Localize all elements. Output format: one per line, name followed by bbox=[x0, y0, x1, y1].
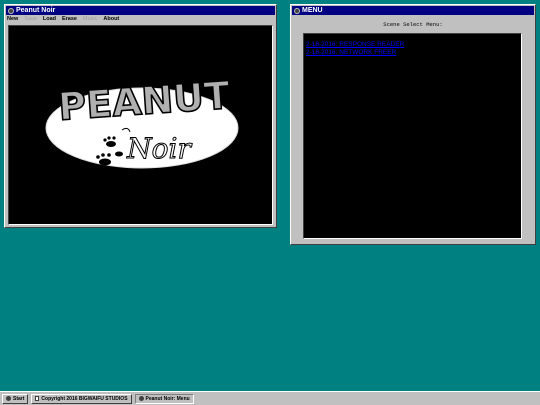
menu-new[interactable]: New bbox=[7, 15, 18, 23]
scene-link[interactable]: 2-18-2016: RESPONSE READER bbox=[306, 41, 519, 49]
game-window-titlebar[interactable]: Peanut Noir bbox=[6, 6, 275, 15]
menu-icon bbox=[294, 7, 300, 14]
app-icon bbox=[8, 7, 14, 14]
copyright-button[interactable]: Copyright 2016 BIGWAIFU STUDIOS bbox=[31, 393, 132, 404]
game-menubar: New Save Load Erase Music About bbox=[5, 15, 276, 23]
scene-select-heading: Scene Select Menu: bbox=[383, 21, 443, 28]
document-icon bbox=[35, 396, 40, 401]
menu-music: Music bbox=[83, 16, 98, 22]
scene-link[interactable]: 2-18-2016: NETWORK FREER bbox=[306, 49, 519, 57]
taskbar: Start Copyright 2016 BIGWAIFU STUDIOS Pe… bbox=[0, 391, 540, 405]
game-window: Peanut Noir New Save Load Erase Music Ab… bbox=[4, 4, 277, 228]
menu-erase[interactable]: Erase bbox=[62, 15, 77, 23]
menu-window-titlebar[interactable]: MENU bbox=[292, 6, 534, 15]
app-icon bbox=[138, 396, 144, 401]
peanut-noir-logo: PEANUT Noir bbox=[45, 72, 239, 169]
start-icon bbox=[6, 396, 11, 401]
menu-window: MENU Scene Select Menu: 2-18-2016: RESPO… bbox=[290, 4, 536, 245]
game-window-title: Peanut Noir bbox=[16, 7, 56, 14]
menu-window-title: MENU bbox=[302, 7, 323, 14]
start-button[interactable]: Start bbox=[2, 393, 29, 404]
menu-load[interactable]: Load bbox=[43, 15, 56, 23]
game-screen[interactable]: PEANUT Noir bbox=[8, 25, 273, 225]
scene-list: 2-18-2016: RESPONSE READER 2-18-2016: NE… bbox=[303, 33, 522, 239]
task-button[interactable]: Peanut Noir: Menu bbox=[134, 393, 194, 404]
start-label: Start bbox=[13, 395, 25, 402]
menu-save: Save bbox=[24, 16, 37, 22]
copyright-label: Copyright 2016 BIGWAIFU STUDIOS bbox=[41, 395, 128, 402]
task-label: Peanut Noir: Menu bbox=[145, 395, 190, 402]
menu-about[interactable]: About bbox=[103, 15, 119, 23]
logo-noir-text: Noir bbox=[126, 132, 192, 165]
